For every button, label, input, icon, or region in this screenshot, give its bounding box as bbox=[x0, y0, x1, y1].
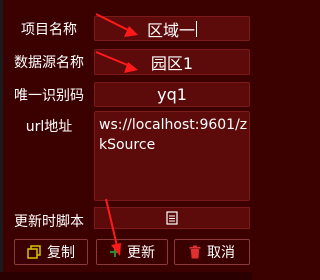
bottom-bar bbox=[0, 272, 252, 280]
window-edge bbox=[0, 0, 3, 280]
uid-value: yq1 bbox=[157, 85, 187, 104]
url-label: url地址 bbox=[25, 119, 73, 135]
script-label: 更新时脚本 bbox=[14, 214, 84, 230]
update-label: 更新 bbox=[127, 245, 155, 261]
datasource-label: 数据源名称 bbox=[14, 55, 84, 71]
document-icon bbox=[166, 211, 178, 225]
plus-icon bbox=[110, 247, 120, 257]
copy-button[interactable]: 复制 bbox=[14, 239, 88, 265]
cancel-button[interactable]: 取消 bbox=[174, 239, 250, 265]
text-cursor bbox=[196, 20, 197, 37]
uid-field[interactable]: yq1 bbox=[94, 82, 250, 107]
update-button[interactable]: 更新 bbox=[96, 239, 168, 265]
script-editor-button[interactable] bbox=[94, 207, 250, 229]
copy-label: 复制 bbox=[47, 245, 75, 261]
project-name-label: 项目名称 bbox=[21, 22, 77, 38]
copy-icon bbox=[27, 245, 41, 259]
datasource-field[interactable]: 园区1 bbox=[94, 49, 250, 75]
datasource-value: 园区1 bbox=[150, 54, 194, 73]
project-name-value: 区域一 bbox=[146, 20, 195, 40]
cancel-label: 取消 bbox=[207, 245, 235, 261]
trash-icon bbox=[189, 245, 201, 259]
project-name-field[interactable]: 区域一 bbox=[94, 16, 250, 41]
uid-label: 唯一识别码 bbox=[14, 88, 84, 104]
url-textarea[interactable]: ws://localhost:9601/zkSource bbox=[94, 111, 250, 201]
